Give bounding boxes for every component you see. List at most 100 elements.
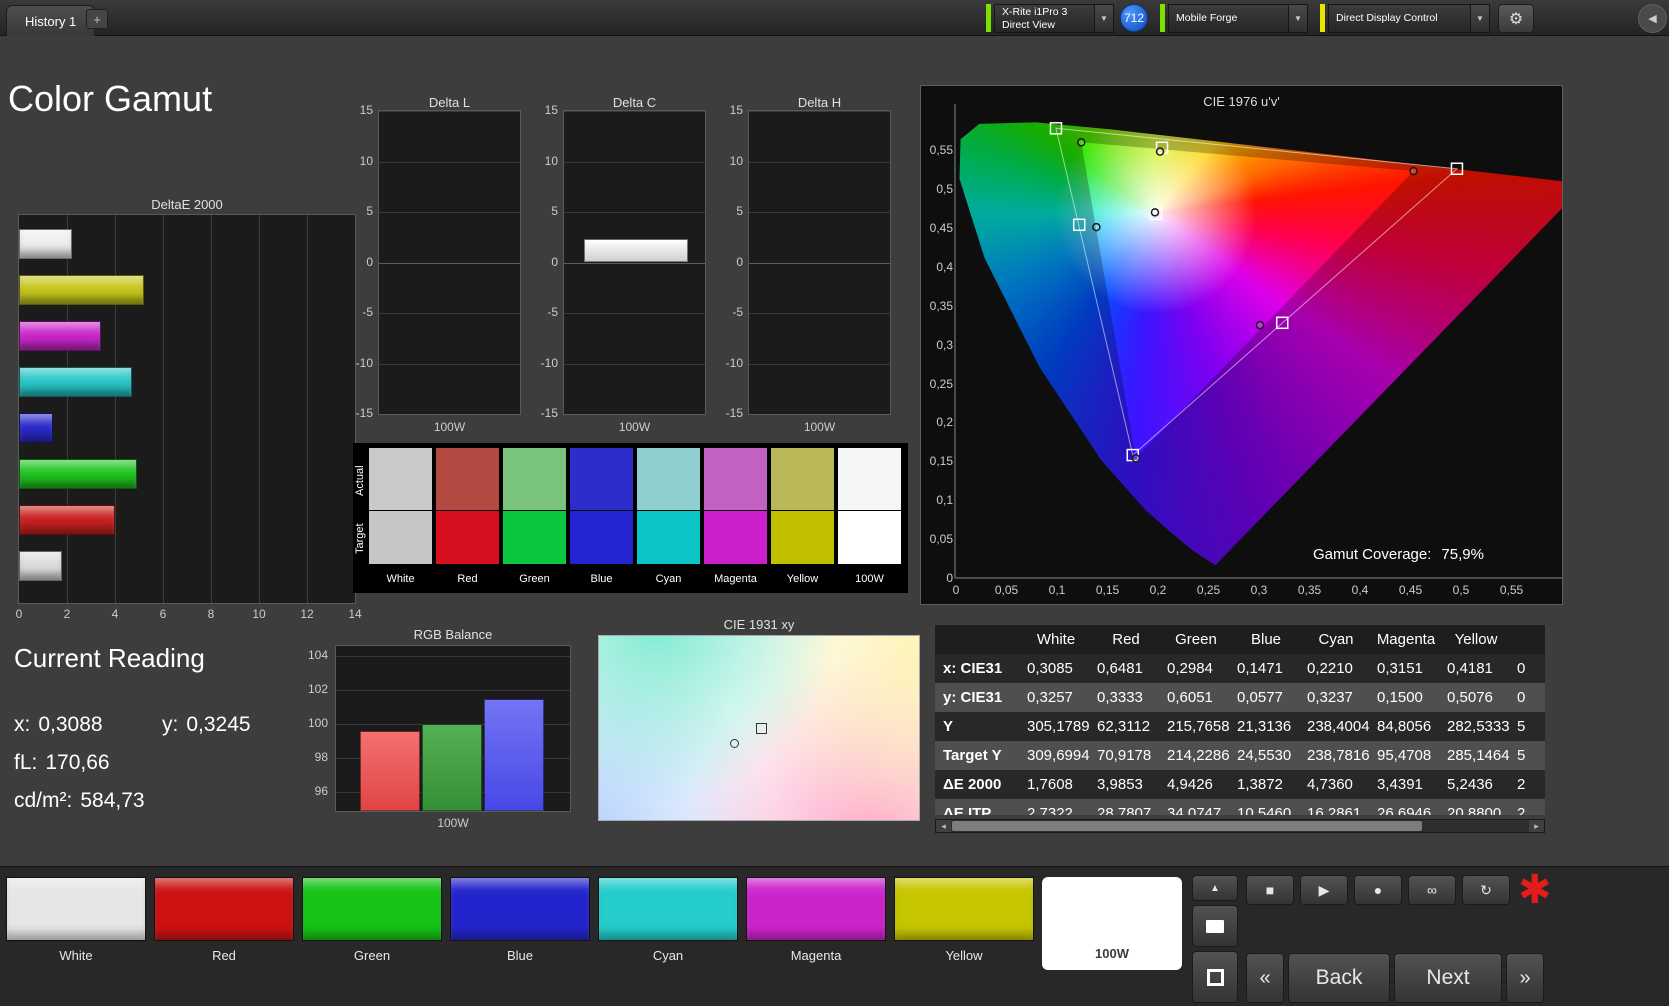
deltae-bar-red [19,505,115,535]
transport-buttons: ■ ▶ ● ∞ ↻ [1246,875,1510,905]
target-swatch [570,511,633,564]
swatch-column-green: Green [503,448,566,585]
delta-y-tick: 5 [551,204,558,218]
measured-marker-magenta [1255,320,1265,330]
actual-swatch [704,448,767,510]
deltae-x-tick: 6 [159,607,167,621]
measurement-count-badge[interactable]: 712 [1120,4,1148,32]
swatch-column-blue: Blue [570,448,633,585]
play-button[interactable]: ▶ [1300,875,1348,905]
reading-cd-value: 584,73 [80,789,145,812]
fullscreen-pattern-button[interactable] [1192,951,1238,1003]
pattern-up-button[interactable]: ▲ [1192,875,1238,901]
pattern-source-dropdown[interactable]: Mobile Forge ▼ [1168,4,1308,33]
add-tab-button[interactable]: + [86,9,108,29]
cie-x-tick: 0,45 [1398,583,1423,597]
cie-y-tick: 0,35 [929,298,953,313]
delta-h-ticks: 15 10 5 0 -5 -10 -15 [720,103,746,420]
swatch-column-cyan: Cyan [637,448,700,585]
skip-forward-button[interactable]: » [1506,953,1544,1003]
deltae-x-tick: 4 [111,607,119,621]
table-cell: 34,0747 [1167,805,1222,815]
delta-grid-line [749,262,890,264]
settings-button[interactable]: ⚙ [1498,4,1534,33]
table-cell: 4,7360 [1307,776,1353,793]
table-cell: 70,9178 [1097,747,1152,764]
play-icon: ▶ [1318,881,1330,898]
swatch-label: Blue [590,573,613,585]
table-row: ΔE 2000 1,7608 3,9853 4,9426 1,3872 4,7360 3,4… [935,770,1545,799]
history-tab[interactable]: History 1 [6,5,96,36]
cie-y-tick: 0,1 [936,493,953,508]
pattern-button-yellow[interactable]: Yellow [894,877,1034,970]
measure-button[interactable]: ● [1354,875,1402,905]
table-cell: 0,0577 [1237,689,1283,706]
loop-button[interactable]: ∞ [1408,875,1456,905]
table-cell: 0,3257 [1027,689,1073,706]
deltae-x-tick: 8 [207,607,215,621]
column-header [935,625,1021,654]
target-row-label: Target [354,523,366,555]
delta-y-tick: 0 [736,254,743,269]
pattern-buttons: White Red Green Blue Cyan Magenta Yellow 100W [6,877,1182,970]
chevron-down-icon[interactable]: ▼ [1288,5,1307,32]
table-cell: 309,6994 [1027,747,1090,764]
reading-y: y: 0,3245 [162,713,259,737]
pattern-button-white[interactable]: White [6,877,146,970]
deltae-x-tick: 14 [348,607,362,621]
target-swatch [637,511,700,564]
pattern-window-button[interactable] [1192,905,1238,947]
table-cell: 238,7816 [1307,747,1370,764]
table-scrollbar[interactable]: ◂ ▸ [935,819,1545,833]
display-control-dropdown[interactable]: Direct Display Control ▼ [1328,4,1490,33]
column-header: Cyan [1318,631,1354,648]
measure-icon: ● [1373,882,1383,898]
pattern-button-blue[interactable]: Blue [450,877,590,970]
measured-marker-yellow [1155,147,1165,156]
cie1931-plot [598,635,920,821]
scroll-left-arrow[interactable]: ◂ [936,820,951,832]
next-button[interactable]: Next [1394,953,1502,1003]
actual-swatch [570,448,633,510]
column-header: Yellow [1454,631,1498,648]
skip-back-button[interactable]: « [1246,953,1284,1003]
table-header-row: White Red Green Blue Cyan Magenta Yellow [935,625,1545,654]
pattern-button-cyan[interactable]: Cyan [598,877,738,970]
collapse-panel-button[interactable]: ◀ [1638,4,1667,33]
table-cell: 285,1464 [1447,747,1510,764]
measured-marker-blue [1131,453,1141,463]
stop-button[interactable]: ■ [1246,875,1294,905]
pattern-button-red[interactable]: Red [154,877,294,970]
scroll-right-arrow[interactable]: ▸ [1529,820,1544,832]
cie-x-tick: 0,15 [1095,583,1120,597]
deltae-chart-title: DeltaE 2000 [151,197,223,212]
reading-cd: cd/m²: 584,73 [14,789,153,813]
rgb-y-tick: 98 [314,750,328,764]
chevron-down-icon[interactable]: ▼ [1094,5,1113,32]
pattern-button-magenta[interactable]: Magenta [746,877,886,970]
swatch-column-red: Red [436,448,499,585]
refresh-button[interactable]: ↻ [1462,875,1510,905]
deltae-plot [18,214,356,604]
chevron-down-icon[interactable]: ▼ [1470,5,1489,32]
scrollbar-thumb[interactable] [952,821,1422,831]
delta-c-ticks: 15 10 5 0 -5 -10 -15 [535,103,561,420]
table-cell: 95,4708 [1377,747,1432,764]
delta-y-tick: 15 [544,103,558,117]
back-button[interactable]: Back [1288,953,1390,1003]
cie-x-tick: 0,3 [1250,583,1268,597]
pattern-button-100w[interactable]: 100W [1042,877,1182,970]
delta-grid-line [379,363,520,365]
delta-y-tick: -5 [547,305,558,319]
pattern-swatch [894,877,1034,941]
reading-x: x: 0,3088 [14,713,111,737]
calman-asterisk-button[interactable]: ✱ [1518,867,1552,913]
table-cell: 0,6481 [1097,660,1143,677]
deltae-bar-100w [19,551,62,581]
meter-dropdown[interactable]: X-Rite i1Pro 3 Direct View ▼ [994,4,1114,33]
rgb-grid-line [336,656,570,657]
column-header: Green [1175,631,1217,648]
cie-x-tick: 0,55 [1499,583,1524,597]
pattern-button-green[interactable]: Green [302,877,442,970]
page-title: Color Gamut [8,78,213,119]
